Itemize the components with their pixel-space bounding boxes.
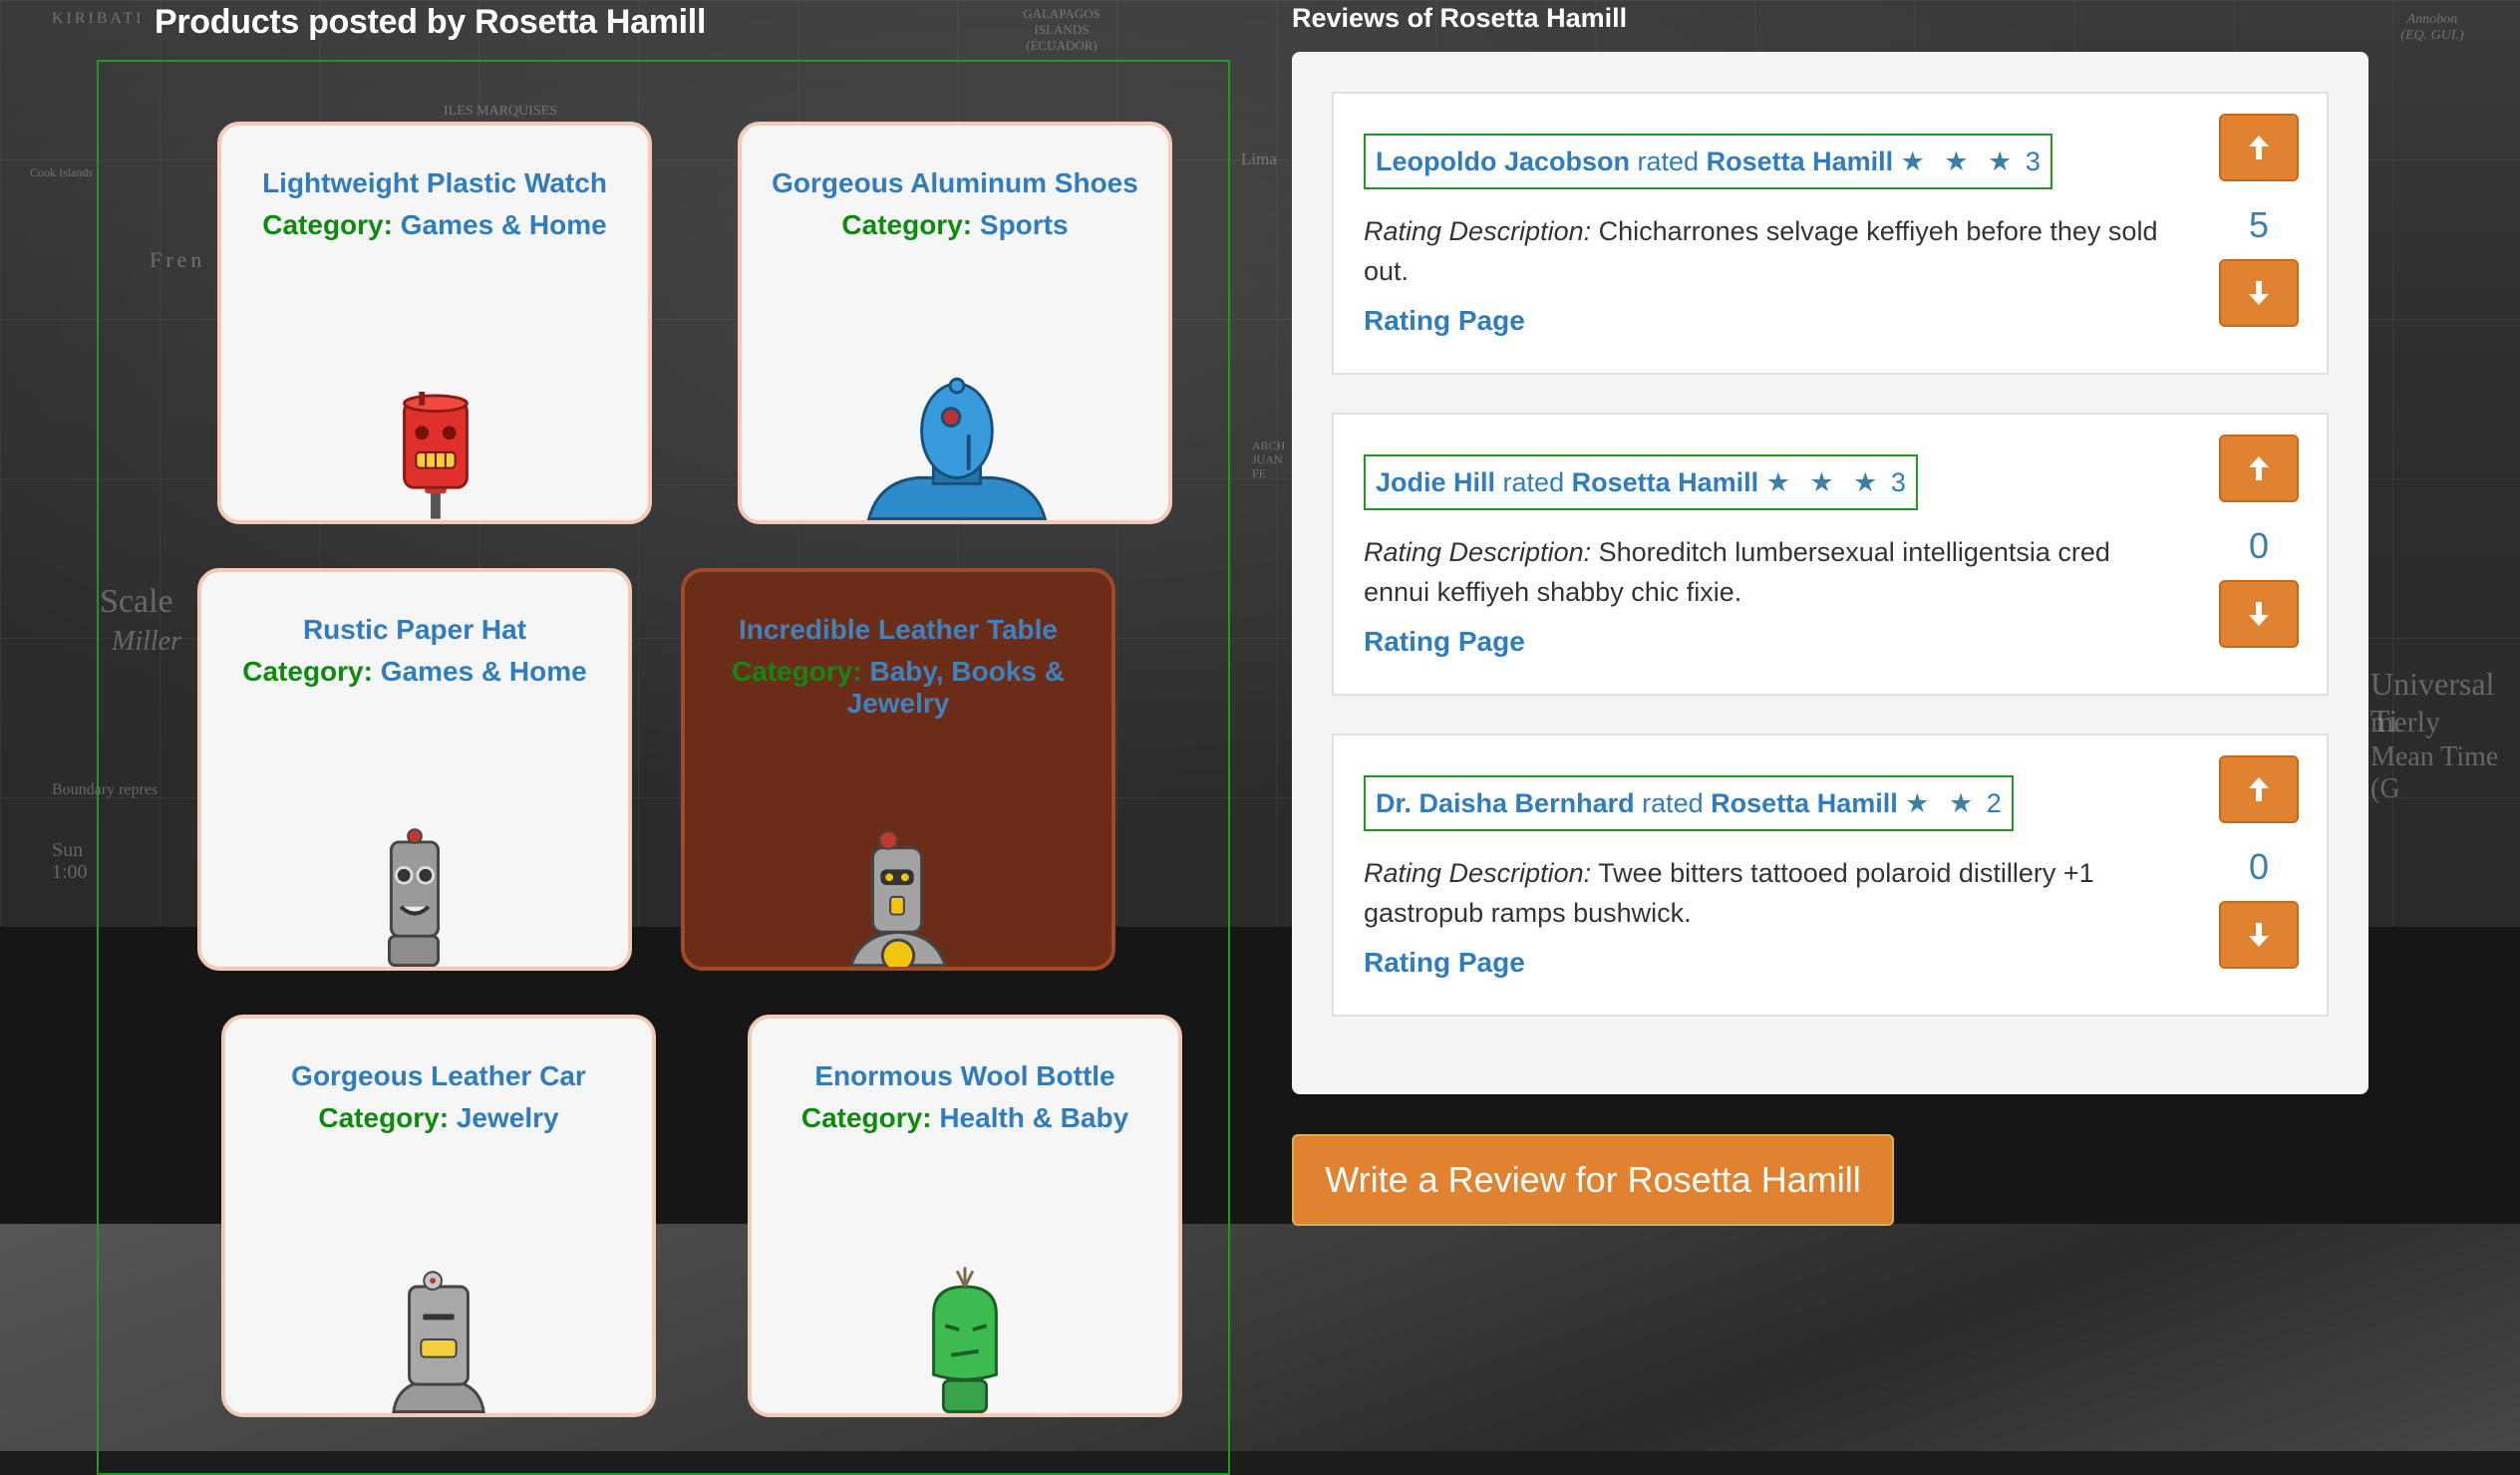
reviewer-link[interactable]: Dr. Daisha Bernhard [1376, 788, 1635, 818]
arrow-up-icon [2249, 777, 2269, 801]
target-link[interactable]: Rosetta Hamill [1572, 467, 1759, 497]
map-label: Mean Time (G [2370, 741, 2499, 804]
green-robot-icon [932, 1267, 998, 1413]
map-label: ARCH JUAN FE [1252, 439, 1286, 480]
product-category: Category: Sports [742, 209, 1168, 241]
map-label: merly [2370, 706, 2440, 738]
rating-description: Rating Description: Twee bitters tattooe… [1364, 853, 2161, 933]
product-category: Category: Games & Home [221, 209, 648, 241]
arrow-up-icon [2249, 456, 2269, 480]
product-card[interactable]: Enormous Wool Bottle Category: Health & … [748, 1015, 1182, 1417]
rating-description: Rating Description: Chicharrones selvage… [1364, 211, 2161, 291]
product-title[interactable]: Gorgeous Leather Car [225, 1060, 652, 1092]
map-label: Annobon (EQ. GUI.) [2400, 12, 2464, 43]
product-title[interactable]: Lightweight Plastic Watch [221, 167, 648, 199]
rating-value: 3 [1890, 467, 1906, 497]
downvote-button[interactable] [2219, 901, 2299, 969]
review-card: Dr. Daisha Bernhard rated Rosetta Hamill… [1332, 734, 2329, 1017]
rating-value: 2 [1986, 788, 2002, 818]
product-category: Category: Jewelry [225, 1102, 652, 1134]
arrow-down-icon [2249, 281, 2269, 305]
gray-robot-icon [848, 830, 948, 967]
reviews-title: Reviews of Rosetta Hamill [1292, 3, 1628, 33]
star-icons: ★ ★ ★ [1900, 147, 2019, 176]
arrow-up-icon [2249, 136, 2269, 159]
review-header: Jodie Hill rated Rosetta Hamill ★ ★ ★ 3 [1364, 454, 1918, 510]
target-link[interactable]: Rosetta Hamill [1707, 147, 1894, 176]
review-header: Leopoldo Jacobson rated Rosetta Hamill ★… [1364, 134, 2052, 189]
rating-page-link[interactable]: Rating Page [1364, 947, 1525, 979]
vote-count: 0 [2248, 525, 2270, 566]
downvote-button[interactable] [2219, 580, 2299, 648]
upvote-button[interactable] [2219, 114, 2299, 181]
product-title[interactable]: Incredible Leather Table [685, 614, 1111, 646]
vote-count: 0 [2248, 846, 2270, 887]
rated-word: rated [1502, 467, 1565, 497]
rating-description: Rating Description: Shoreditch lumbersex… [1364, 532, 2161, 612]
product-card[interactable]: Lightweight Plastic Watch Category: Game… [217, 122, 652, 524]
description-label: Rating Description: [1364, 858, 1592, 888]
map-label: Cook Islands [30, 165, 93, 179]
map-label: Lima [1241, 149, 1277, 168]
description-label: Rating Description: [1364, 216, 1592, 246]
category-value[interactable]: Health & Baby [939, 1102, 1128, 1133]
category-value[interactable]: Games & Home [381, 656, 587, 687]
product-card[interactable]: Gorgeous Leather Car Category: Jewelry [221, 1015, 656, 1417]
product-title[interactable]: Rustic Paper Hat [201, 614, 628, 646]
downvote-button[interactable] [2219, 259, 2299, 327]
map-label: Sun 1:00 [52, 839, 88, 883]
rated-word: rated [1642, 788, 1704, 818]
category-value[interactable]: Games & Home [401, 209, 607, 240]
category-label: Category: [731, 656, 862, 687]
gray-robot-icon [388, 828, 441, 967]
product-title[interactable]: Enormous Wool Bottle [752, 1060, 1178, 1092]
rating-value: 3 [2025, 147, 2041, 176]
review-card: Jodie Hill rated Rosetta Hamill ★ ★ ★ 3 … [1332, 413, 2329, 696]
category-label: Category: [800, 1102, 932, 1133]
product-card[interactable]: Rustic Paper Hat Category: Games & Home [197, 568, 632, 971]
products-title: Products posted by Rosetta Hamill [155, 3, 707, 41]
category-value[interactable]: Baby, Books & Jewelry [847, 656, 1065, 719]
product-card[interactable]: Gorgeous Aluminum Shoes Category: Sports [738, 122, 1172, 524]
category-label: Category: [318, 1102, 450, 1133]
review-card: Leopoldo Jacobson rated Rosetta Hamill ★… [1332, 92, 2329, 375]
gray-robot-icon [392, 1271, 485, 1413]
upvote-button[interactable] [2219, 435, 2299, 502]
review-header: Dr. Daisha Bernhard rated Rosetta Hamill… [1364, 775, 2014, 831]
target-link[interactable]: Rosetta Hamill [1711, 788, 1898, 818]
rating-page-link[interactable]: Rating Page [1364, 626, 1525, 658]
map-label: GALAPAGOS ISLANDS (ECUADOR) [1023, 6, 1101, 53]
product-title[interactable]: Gorgeous Aluminum Shoes [742, 167, 1168, 199]
star-icons: ★ ★ [1905, 788, 1980, 818]
reviews-panel: Leopoldo Jacobson rated Rosetta Hamill ★… [1292, 52, 2368, 1094]
category-label: Category: [841, 209, 973, 240]
product-card[interactable]: Incredible Leather Table Category: Baby,… [681, 568, 1115, 971]
product-category: Category: Health & Baby [752, 1102, 1178, 1134]
rating-page-link[interactable]: Rating Page [1364, 305, 1525, 337]
arrow-down-icon [2249, 602, 2269, 626]
product-category: Category: Baby, Books & Jewelry [685, 656, 1111, 720]
category-value[interactable]: Jewelry [457, 1102, 559, 1133]
star-icons: ★ ★ ★ [1765, 467, 1884, 497]
category-value[interactable]: Sports [980, 209, 1069, 240]
write-review-button[interactable]: Write a Review for Rosetta Hamill [1292, 1134, 1894, 1226]
category-label: Category: [242, 656, 373, 687]
arrow-down-icon [2249, 923, 2269, 947]
description-label: Rating Description: [1364, 537, 1592, 567]
red-robot-icon [403, 392, 469, 519]
category-label: Category: [262, 209, 393, 240]
reviewer-link[interactable]: Leopoldo Jacobson [1376, 147, 1630, 176]
reviewer-link[interactable]: Jodie Hill [1376, 467, 1495, 497]
vote-count: 5 [2248, 204, 2270, 245]
map-label: KIRIBATI [52, 10, 145, 27]
product-category: Category: Games & Home [201, 656, 628, 688]
upvote-button[interactable] [2219, 755, 2299, 823]
rated-word: rated [1637, 147, 1700, 176]
blue-robot-icon [866, 377, 1048, 520]
